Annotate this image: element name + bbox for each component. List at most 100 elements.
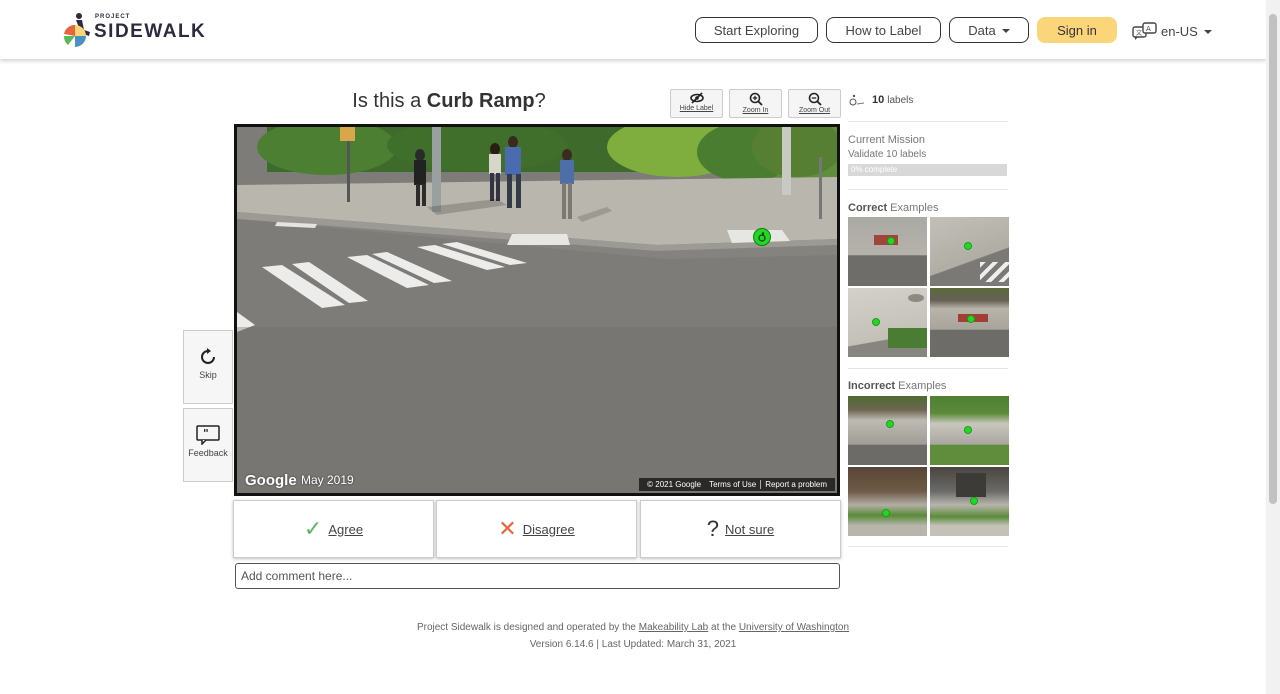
hide-label-text: Hide Label (679, 105, 714, 112)
agree-label: Agree (328, 521, 364, 537)
label-marker-dot (887, 237, 895, 245)
curb-ramp-label-marker[interactable] (753, 228, 771, 246)
sign-in-label: Sign in (1057, 22, 1097, 38)
wheelchair-icon (758, 232, 766, 242)
report-problem-link[interactable]: Report a problem (761, 480, 831, 489)
question-prefix: Is this a (352, 90, 427, 112)
language-label: en-US (1161, 23, 1198, 39)
pano-attribution-bar: © 2021 Google Terms of Use Report a prob… (639, 478, 835, 491)
x-mark-icon: ✕ (498, 516, 517, 541)
eye-slash-icon (689, 92, 704, 104)
comment-input[interactable] (235, 563, 840, 589)
zoom-out-button[interactable]: Zoom Out (788, 89, 841, 118)
imagery-date: May 2019 (301, 473, 354, 487)
zoom-out-text: Zoom Out (798, 107, 831, 114)
agree-button[interactable]: ✓ Agree (233, 500, 434, 558)
grass-patch (888, 328, 927, 348)
zoom-out-icon (808, 92, 822, 106)
start-exploring-label: Start Exploring (713, 22, 800, 38)
correct-example-thumbnail[interactable] (848, 217, 927, 286)
incorrect-example-thumbnail[interactable] (930, 396, 1009, 465)
divider (848, 368, 1008, 369)
svg-text:A: A (1146, 25, 1151, 33)
wheelchair-logo-icon (63, 13, 90, 47)
svg-text:": " (203, 427, 209, 440)
page-scrollbar[interactable] (1266, 0, 1280, 694)
incorrect-example-thumbnail[interactable] (848, 396, 927, 465)
comment-quote-icon: " (196, 425, 220, 445)
current-mission-title: Current Mission (848, 134, 926, 146)
feedback-label: Feedback (188, 448, 228, 458)
correct-example-thumbnail[interactable] (848, 288, 927, 357)
label-count: 10 labels (848, 94, 1008, 106)
how-to-label-label: How to Label (845, 22, 922, 38)
wheelchair-icon (849, 94, 865, 106)
refresh-icon (201, 348, 215, 364)
label-marker-dot (967, 315, 975, 323)
label-marker-dot (964, 242, 972, 250)
zoom-in-icon (749, 92, 763, 106)
language-dropdown[interactable]: A 文 en-US (1132, 21, 1212, 41)
mission-progress-bar: 0% complete (848, 164, 1007, 176)
correct-example-thumbnail[interactable] (930, 217, 1009, 286)
copyright-text: © 2021 Google (647, 480, 702, 489)
footer-credit: Project Sidewalk is designed and operate… (234, 622, 1032, 633)
street-view-panorama[interactable]: Google May 2019 © 2021 Google Terms of U… (234, 124, 840, 496)
feedback-button[interactable]: " Feedback (183, 408, 233, 482)
svg-text:文: 文 (1136, 29, 1142, 37)
incorrect-example-thumbnail[interactable] (930, 467, 1009, 536)
mission-description: Validate 10 labels (848, 149, 927, 160)
incorrect-examples-title: Incorrect Examples (848, 380, 1008, 392)
divider (848, 121, 1008, 122)
question-mark-icon: ? (706, 516, 720, 541)
question-suffix: ? (534, 90, 546, 112)
makeability-lab-link[interactable]: Makeability Lab (639, 622, 708, 633)
label-marker-dot (882, 509, 890, 517)
validation-question: Is this a Curb Ramp? (234, 90, 664, 113)
caret-down-icon (1203, 30, 1212, 34)
terms-of-use-link[interactable]: Terms of Use (705, 480, 760, 489)
label-count-number: 10 (872, 94, 885, 106)
label-marker-dot (886, 420, 894, 428)
correct-word: Correct (848, 202, 888, 214)
manhole-cover (908, 294, 924, 302)
data-dropdown-button[interactable]: Data (949, 17, 1029, 43)
skip-label: Skip (199, 370, 217, 380)
footer-version: Version 6.14.6 | Last Updated: March 31,… (529, 639, 737, 650)
crosswalk-marking (980, 262, 1009, 282)
label-count-word: labels (887, 94, 914, 106)
not-sure-button[interactable]: ? Not sure (640, 500, 841, 558)
scrollbar-thumb[interactable] (1269, 14, 1277, 504)
parked-vehicle (956, 473, 986, 497)
street-scene (237, 127, 837, 493)
google-logo: Google (245, 472, 297, 489)
disagree-button[interactable]: ✕ Disagree (436, 500, 637, 558)
navbar: PROJECT SIDEWALK Start Exploring How to … (0, 0, 1266, 59)
skip-button[interactable]: Skip (183, 330, 233, 404)
examples-word: Examples (887, 202, 939, 214)
incorrect-word: Incorrect (848, 380, 896, 392)
project-sidewalk-logo[interactable]: PROJECT SIDEWALK (62, 12, 205, 48)
correct-examples-title: Correct Examples (848, 202, 1008, 214)
footer-text-a: Project Sidewalk is designed and operate… (416, 622, 639, 633)
correct-example-thumbnail[interactable] (930, 288, 1009, 357)
examples-word: Examples (895, 380, 947, 392)
caret-down-icon (1001, 29, 1010, 33)
disagree-label: Disagree (522, 521, 575, 537)
sign-in-button[interactable]: Sign in (1037, 17, 1117, 43)
footer-text-b: at the (708, 622, 739, 633)
zoom-in-button[interactable]: Zoom In (729, 89, 782, 118)
hide-label-button[interactable]: Hide Label (670, 89, 723, 118)
university-of-washington-link[interactable]: University of Washington (739, 622, 849, 633)
language-icon: A 文 (1132, 22, 1157, 40)
start-exploring-button[interactable]: Start Exploring (695, 17, 818, 43)
logo-sidewalk-text: SIDEWALK (94, 21, 207, 42)
incorrect-example-thumbnail[interactable] (848, 467, 927, 536)
label-marker-dot (872, 318, 880, 326)
question-label-type: Curb Ramp (426, 90, 535, 112)
mission-progress-text: 0% complete (851, 165, 898, 174)
checkmark-icon: ✓ (303, 516, 323, 541)
logo-project-text: PROJECT (95, 14, 131, 20)
how-to-label-button[interactable]: How to Label (826, 17, 941, 43)
divider (848, 189, 1008, 190)
